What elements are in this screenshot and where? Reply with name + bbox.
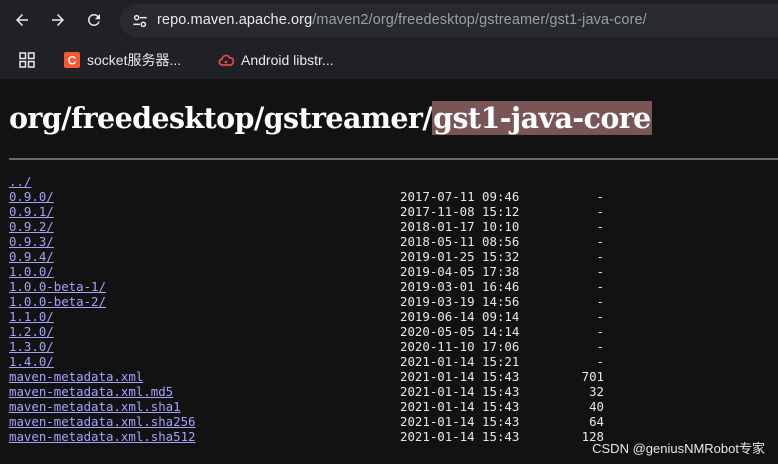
- modified-date: 2019-04-05 17:38: [400, 264, 520, 279]
- listing-row: maven-metadata.xml.sha1 2021-01-14 15:43 4…: [9, 399, 604, 414]
- modified-date: 2019-06-14 09:14: [400, 309, 520, 324]
- modified-date: 2021-01-14 15:43: [400, 369, 520, 384]
- file-size: 64: [589, 414, 604, 429]
- file-size: -: [596, 264, 604, 279]
- arrow-left-icon: [16, 14, 28, 26]
- page-title: org/freedesktop/gstreamer/gst1-java-core: [9, 101, 652, 135]
- file-link[interactable]: 1.0.0-beta-2/: [9, 294, 106, 309]
- listing-row: 1.0.0-beta-2/2019-03-19 14:56 -: [9, 294, 604, 309]
- listing-row: maven-metadata.xml.md5 2021-01-14 15:43 32: [9, 384, 604, 399]
- file-size: -: [596, 339, 604, 354]
- file-link[interactable]: 1.1.0/: [9, 309, 54, 324]
- reload-icon: [88, 14, 100, 26]
- modified-date: 2018-01-17 10:10: [400, 219, 520, 234]
- bookmark-android[interactable]: Android libstr...: [218, 50, 334, 70]
- modified-date: 2021-01-14 15:43: [400, 414, 520, 429]
- file-size: -: [596, 234, 604, 249]
- directory-page: org/freedesktop/gstreamer/gst1-java-core…: [0, 79, 778, 464]
- url-path: /maven2/org/freedesktop/gstreamer/gst1-j…: [312, 12, 647, 28]
- file-link[interactable]: maven-metadata.xml.sha1: [9, 399, 181, 414]
- file-size: -: [596, 354, 604, 369]
- title-highlight: gst1-java-core: [432, 101, 652, 135]
- bookmark-socket[interactable]: C socket服务器...: [64, 50, 181, 70]
- csdn-watermark: CSDN @geniusNMRobot专家: [592, 441, 765, 456]
- file-link[interactable]: 0.9.3/: [9, 234, 54, 249]
- modified-date: 2019-03-01 16:46: [400, 279, 520, 294]
- modified-date: 2021-01-14 15:43: [400, 384, 520, 399]
- file-size: -: [596, 324, 604, 339]
- listing-row: 1.3.0/2020-11-10 17:06 -: [9, 339, 604, 354]
- modified-date: 2018-05-11 08:56: [400, 234, 520, 249]
- back-button[interactable]: [8, 6, 36, 34]
- file-link[interactable]: 0.9.2/: [9, 219, 54, 234]
- modified-date: 2017-07-11 09:46: [400, 189, 520, 204]
- listing-row: 1.1.0/2019-06-14 09:14 -: [9, 309, 604, 324]
- modified-date: 2021-01-14 15:43: [400, 429, 520, 444]
- divider: [9, 158, 778, 160]
- bookmark-label: Android libstr...: [241, 52, 334, 68]
- file-link[interactable]: 1.3.0/: [9, 339, 54, 354]
- listing-row: maven-metadata.xml.sha512 2021-01-14 15:4…: [9, 429, 604, 444]
- file-link[interactable]: ../: [9, 174, 31, 189]
- listing-row: 0.9.2/2018-01-17 10:10 -: [9, 219, 604, 234]
- listing-row: 0.9.3/2018-05-11 08:56 -: [9, 234, 604, 249]
- svg-text:C: C: [68, 54, 77, 68]
- listing-row: 1.0.0-beta-1/2019-03-01 16:46 -: [9, 279, 604, 294]
- file-link[interactable]: 0.9.4/: [9, 249, 54, 264]
- cloud-icon: [218, 52, 234, 68]
- tune-icon[interactable]: [130, 11, 150, 31]
- file-size: 32: [589, 384, 604, 399]
- url-host: repo.maven.apache.org: [157, 12, 313, 28]
- bookmarks-bar: C socket服务器... Android libstr...: [0, 41, 778, 79]
- modified-date: 2019-01-25 15:32: [400, 249, 520, 264]
- modified-date: 2019-03-19 14:56: [400, 294, 520, 309]
- modified-date: 2020-11-10 17:06: [400, 339, 520, 354]
- modified-date: 2020-05-05 14:14: [400, 324, 520, 339]
- csdn-c-icon: C: [64, 52, 80, 68]
- apps-grid-icon[interactable]: [19, 52, 35, 68]
- file-link[interactable]: 1.0.0/: [9, 264, 54, 279]
- listing-row: 1.0.0/2019-04-05 17:38 -: [9, 264, 604, 279]
- file-link[interactable]: 1.0.0-beta-1/: [9, 279, 106, 294]
- listing-row: 0.9.0/2017-07-11 09:46 -: [9, 189, 604, 204]
- file-listing: ../0.9.0/2017-07-11 09:46-0.9.1/2017-11-…: [9, 174, 604, 444]
- forward-button[interactable]: [44, 6, 72, 34]
- listing-row: 1.2.0/2020-05-05 14:14 -: [9, 324, 604, 339]
- modified-date: 2017-11-08 15:12: [400, 204, 520, 219]
- file-size: -: [596, 219, 604, 234]
- browser-toolbar: repo.maven.apache.org/maven2/org/freedes…: [0, 0, 778, 41]
- file-size: -: [596, 294, 604, 309]
- title-prefix: org/freedesktop/gstreamer/: [9, 101, 433, 135]
- file-size: -: [596, 309, 604, 324]
- file-size: -: [596, 189, 604, 204]
- listing-row: 1.4.0/2021-01-14 15:21 -: [9, 354, 604, 369]
- listing-row: 0.9.1/2017-11-08 15:12 -: [9, 204, 604, 219]
- file-link[interactable]: 1.2.0/: [9, 324, 54, 339]
- reload-button[interactable]: [80, 6, 108, 34]
- listing-row: maven-metadata.xml.sha256 2021-01-14 15:4…: [9, 414, 604, 429]
- file-size: -: [596, 204, 604, 219]
- file-link[interactable]: maven-metadata.xml: [9, 369, 143, 384]
- file-size: 40: [589, 399, 604, 414]
- file-link[interactable]: 0.9.1/: [9, 204, 54, 219]
- modified-date: 2021-01-14 15:21: [400, 354, 520, 369]
- url-text: repo.maven.apache.org/maven2/org/freedes…: [157, 12, 647, 28]
- file-link[interactable]: maven-metadata.xml.sha512: [9, 429, 196, 444]
- listing-row: maven-metadata.xml 2021-01-14 15:43 701: [9, 369, 604, 384]
- file-size: -: [596, 249, 604, 264]
- arrow-right-icon: [52, 14, 64, 26]
- address-bar[interactable]: repo.maven.apache.org/maven2/org/freedes…: [120, 4, 778, 37]
- file-size: 701: [581, 369, 604, 384]
- bookmark-label: socket服务器...: [87, 52, 182, 68]
- file-size: -: [596, 279, 604, 294]
- file-link[interactable]: 0.9.0/: [9, 189, 54, 204]
- file-link[interactable]: maven-metadata.xml.sha256: [9, 414, 196, 429]
- listing-row: 0.9.4/2019-01-25 15:32 -: [9, 249, 604, 264]
- file-link[interactable]: 1.4.0/: [9, 354, 54, 369]
- modified-date: 2021-01-14 15:43: [400, 399, 520, 414]
- listing-row: ../: [9, 174, 196, 189]
- file-link[interactable]: maven-metadata.xml.md5: [9, 384, 173, 399]
